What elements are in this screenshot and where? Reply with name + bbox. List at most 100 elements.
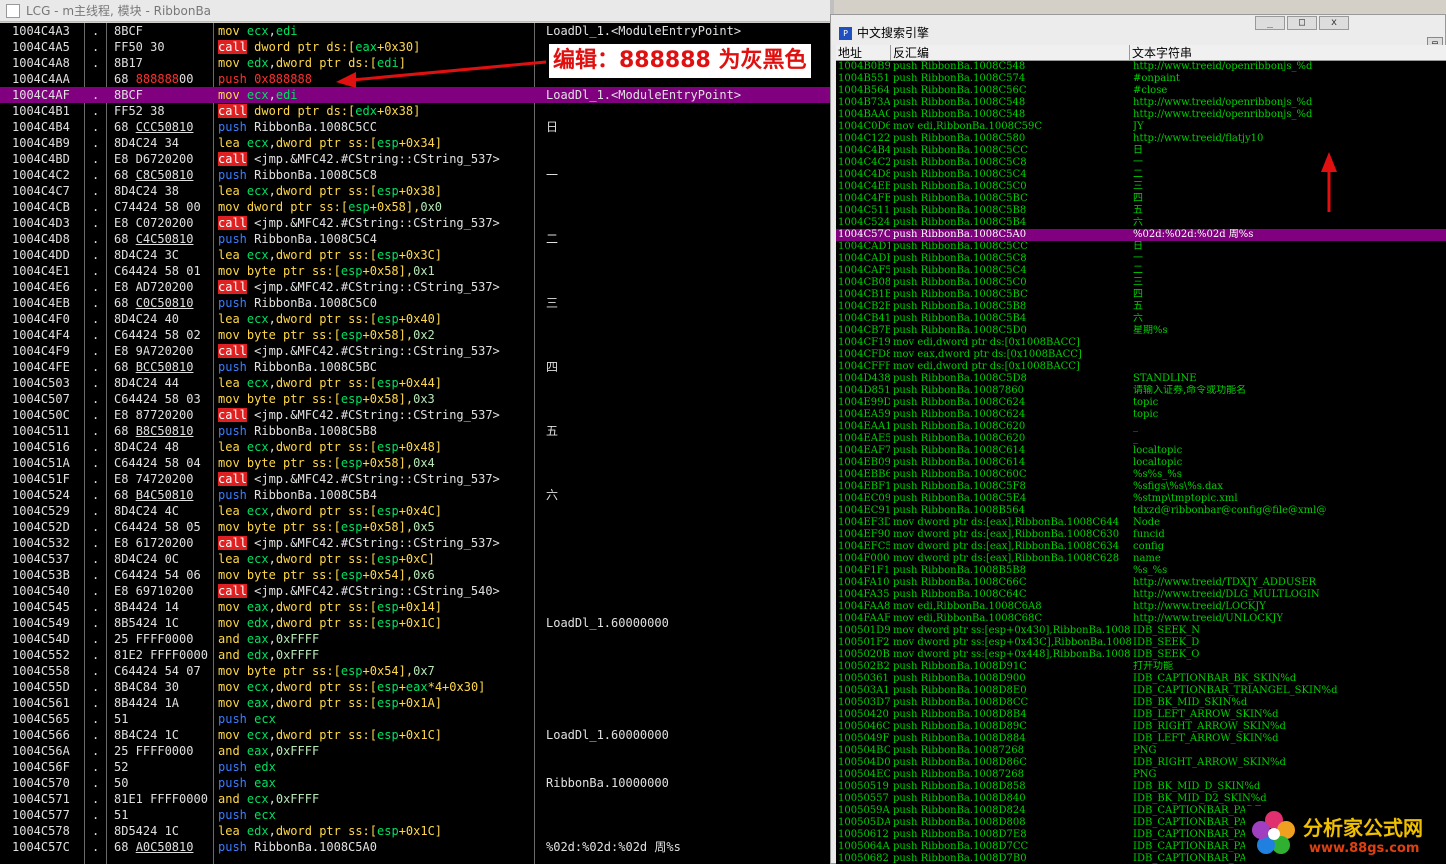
string-list-row[interactable]: 1004EBF1 push RibbonBa.1008C5F8 %sfigs\%s\… xyxy=(836,481,1446,493)
disasm-row[interactable]: 1004C524. 68 B4C50810 push RibbonBa.1008C5… xyxy=(0,487,830,503)
close-button[interactable]: x xyxy=(1319,16,1349,30)
disasm-row[interactable]: 1004C511. 68 B8C50810 push RibbonBa.1008C5… xyxy=(0,423,830,439)
disasm-row[interactable]: 1004C57C. 68 A0C50810 push RibbonBa.1008C5… xyxy=(0,839,830,855)
string-list-row[interactable]: 1004D851 push RibbonBa.10087860 请输入证券,命令或功… xyxy=(836,385,1446,397)
string-list-row[interactable]: 1004CB1B push RibbonBa.1008C5BC 四 xyxy=(836,289,1446,301)
disasm-row[interactable]: 1004C4BD. E8 D6720200 call <jmp.&MFC42.#CS… xyxy=(0,151,830,167)
string-list-row[interactable]: 1004C4C2 push RibbonBa.1008C5C8 一 xyxy=(836,157,1446,169)
string-list-row[interactable]: 1004EAE5 push RibbonBa.1008C620 _ xyxy=(836,433,1446,445)
string-list-row[interactable]: 1004C511 push RibbonBa.1008C5B8 五 xyxy=(836,205,1446,217)
disasm-row[interactable]: 1004C51F. E8 74720200 call <jmp.&MFC42.#CS… xyxy=(0,471,830,487)
disasm-row[interactable]: 1004C566. 8B4C24 1C mov ecx,dword ptr ss:[… xyxy=(0,727,830,743)
disasm-row[interactable]: 1004C578. 8D5424 1C lea edx,dword ptr ss:[… xyxy=(0,823,830,839)
string-list-row[interactable]: 1004C4EB push RibbonBa.1008C5C0 三 xyxy=(836,181,1446,193)
disasm-row[interactable]: 1004C558. C64424 54 07 mov byte ptr ss:[es… xyxy=(0,663,830,679)
column-header-disasm[interactable]: 反汇编 xyxy=(890,45,929,61)
string-list-row[interactable]: 10050361 push RibbonBa.1008D900 IDB_CAPTIO… xyxy=(836,673,1446,685)
string-list-row[interactable]: 1004EC09 push RibbonBa.1008C5E4 %stmp\tmpt… xyxy=(836,493,1446,505)
disasm-row[interactable]: 1004C4EB. 68 C0C50810 push RibbonBa.1008C5… xyxy=(0,295,830,311)
disasm-row[interactable]: 1004C552. 81E2 FFFF0000 and edx,0xFFFF xyxy=(0,647,830,663)
string-list-row[interactable]: 1004CB41 push RibbonBa.1008C5B4 六 xyxy=(836,313,1446,325)
string-list[interactable]: 1004B0B9 push RibbonBa.1008C548 http://www… xyxy=(836,61,1446,864)
disasm-row[interactable]: 1004C545. 8B4424 14 mov eax,dword ptr ss:[… xyxy=(0,599,830,615)
string-list-row[interactable]: 1004B551 push RibbonBa.1008C574 #onpaint xyxy=(836,73,1446,85)
string-list-row[interactable]: 1004C4B4 push RibbonBa.1008C5CC 日 xyxy=(836,145,1446,157)
string-list-row[interactable]: 1004C0D6 mov edi,RibbonBa.1008C59C JY xyxy=(836,121,1446,133)
disasm-row[interactable]: 1004C503. 8D4C24 44 lea ecx,dword ptr ss:[… xyxy=(0,375,830,391)
string-list-row[interactable]: 1004FAA8 mov edi,RibbonBa.1008C6A8 http://… xyxy=(836,601,1446,613)
string-list-row[interactable]: 1004C524 push RibbonBa.1008C5B4 六 xyxy=(836,217,1446,229)
disasm-row[interactable]: 1004C56A. 25 FFFF0000 and eax,0xFFFF xyxy=(0,743,830,759)
string-list-row[interactable]: 100504D0 push RibbonBa.1008D86C IDB_RIGHT_… xyxy=(836,757,1446,769)
string-list-row[interactable]: 1004EF3D mov dword ptr ds:[eax],RibbonBa.… xyxy=(836,517,1446,529)
string-list-row[interactable]: 1004B564 push RibbonBa.1008C56C #close xyxy=(836,85,1446,97)
string-list-row[interactable]: 1004CB7B push RibbonBa.1008C5D0 星期%s xyxy=(836,325,1446,337)
column-header-address[interactable]: 地址 xyxy=(836,45,862,61)
string-list-row[interactable]: 100501F2 mov dword ptr ss:[esp+0x43C],Rib… xyxy=(836,637,1446,649)
string-list-row[interactable]: 1004EA59 push RibbonBa.1008C624 topic xyxy=(836,409,1446,421)
disasm-row[interactable]: 1004C516. 8D4C24 48 lea ecx,dword ptr ss:[… xyxy=(0,439,830,455)
disasm-row[interactable]: 1004C4B4. 68 CCC50810 push RibbonBa.1008C5… xyxy=(0,119,830,135)
disasm-row[interactable]: 1004C570. 50 push eax RibbonBa.10000000 xyxy=(0,775,830,791)
maximize-button[interactable]: □ xyxy=(1287,16,1317,30)
disasm-row[interactable]: 1004C4B1. FF52 38 call dword ptr ds:[edx+0… xyxy=(0,103,830,119)
disasm-row[interactable]: 1004C55D. 8B4C84 30 mov ecx,dword ptr ss:[… xyxy=(0,679,830,695)
disasm-row[interactable]: 1004C4E1. C64424 58 01 mov byte ptr ss:[es… xyxy=(0,263,830,279)
string-list-row[interactable]: 1004EFC5 mov dword ptr ds:[eax],RibbonBa.… xyxy=(836,541,1446,553)
string-list-row[interactable]: 1004BAAC push RibbonBa.1008C548 http://www… xyxy=(836,109,1446,121)
string-list-row[interactable]: 1004CAF5 push RibbonBa.1008C5C4 二 xyxy=(836,265,1446,277)
string-list-row[interactable]: 1004CADF push RibbonBa.1008C5C8 一 xyxy=(836,253,1446,265)
string-list-row[interactable]: 100504BC push RibbonBa.10087268 PNG xyxy=(836,745,1446,757)
string-list-row[interactable]: 100502B2 push RibbonBa.1008D91C 打开功能 xyxy=(836,661,1446,673)
disasm-row[interactable]: 1004C4A3. 8BCF mov ecx,edi LoadDl_1.<Module… xyxy=(0,23,830,39)
disasm-row[interactable]: 1004C51A. C64424 58 04 mov byte ptr ss:[es… xyxy=(0,455,830,471)
disasm-row[interactable]: 1004C571. 81E1 FFFF0000 and ecx,0xFFFF xyxy=(0,791,830,807)
disasm-row[interactable]: 1004C4CB. C74424 58 00 mov dword ptr ss:[e… xyxy=(0,199,830,215)
string-list-row[interactable]: 100501D9 mov dword ptr ss:[esp+0x430],Rib… xyxy=(836,625,1446,637)
disasm-row[interactable]: 1004C4D8. 68 C4C50810 push RibbonBa.1008C5… xyxy=(0,231,830,247)
disasm-row[interactable]: 1004C532. E8 61720200 call <jmp.&MFC42.#CS… xyxy=(0,535,830,551)
disasm-row[interactable]: 1004C4C2. 68 C8C50810 push RibbonBa.1008C5… xyxy=(0,167,830,183)
column-header-text[interactable]: 文本字符串 xyxy=(1129,45,1192,61)
string-list-row[interactable]: 1004E99D push RibbonBa.1008C624 topic xyxy=(836,397,1446,409)
disasm-row[interactable]: 1004C4B9. 8D4C24 34 lea ecx,dword ptr ss:[… xyxy=(0,135,830,151)
string-list-row[interactable]: 10050519 push RibbonBa.1008D858 IDB_BK_MID… xyxy=(836,781,1446,793)
disasm-row[interactable]: 1004C52D. C64424 58 05 mov byte ptr ss:[es… xyxy=(0,519,830,535)
string-list-row[interactable]: 1004FA10 push RibbonBa.1008C66C http://www… xyxy=(836,577,1446,589)
string-list-row[interactable]: 1004C122 push RibbonBa.1008C580 http://www… xyxy=(836,133,1446,145)
disasm-row[interactable]: 1004C56F. 52 push edx xyxy=(0,759,830,775)
disasm-row[interactable]: 1004C4DD. 8D4C24 3C lea ecx,dword ptr ss:[… xyxy=(0,247,830,263)
string-list-row[interactable]: 1004CAD1 push RibbonBa.1008C5CC 日 xyxy=(836,241,1446,253)
string-list-row[interactable]: 1004CB08 push RibbonBa.1008C5C0 三 xyxy=(836,277,1446,289)
string-list-row[interactable]: 1004EAA1 push RibbonBa.1008C620 _ xyxy=(836,421,1446,433)
string-list-row[interactable]: 1004B73A push RibbonBa.1008C548 http://www… xyxy=(836,97,1446,109)
string-list-row[interactable]: 1004EF90 mov dword ptr ds:[eax],RibbonBa.… xyxy=(836,529,1446,541)
disasm-row[interactable]: 1004C4F0. 8D4C24 40 lea ecx,dword ptr ss:[… xyxy=(0,311,830,327)
disasm-row[interactable]: 1004C565. 51 push ecx xyxy=(0,711,830,727)
string-list-row[interactable]: 1004FAAF mov edi,RibbonBa.1008C68C http://… xyxy=(836,613,1446,625)
string-list-row[interactable]: 1005020B mov dword ptr ss:[esp+0x448],Rib… xyxy=(836,649,1446,661)
string-list-row[interactable]: 1004EB09 push RibbonBa.1008C614 localtopic xyxy=(836,457,1446,469)
string-list-row[interactable]: 1005049F push RibbonBa.1008D884 IDB_LEFT_A… xyxy=(836,733,1446,745)
string-list-row[interactable]: 1004F1F1 push RibbonBa.1008B5B8 %s_%s xyxy=(836,565,1446,577)
disasm-row[interactable]: 1004C540. E8 69710200 call <jmp.&MFC42.#CS… xyxy=(0,583,830,599)
string-list-row[interactable]: 1004C4D8 push RibbonBa.1008C5C4 二 xyxy=(836,169,1446,181)
string-list-row[interactable]: 1004EBB6 push RibbonBa.1008C60C %s%s_%s xyxy=(836,469,1446,481)
disasm-row[interactable]: 1004C549. 8B5424 1C mov edx,dword ptr ss:[… xyxy=(0,615,830,631)
disasm-row[interactable]: 1004C4E6. E8 AD720200 call <jmp.&MFC42.#CS… xyxy=(0,279,830,295)
string-list-row[interactable]: 1004C4FE push RibbonBa.1008C5BC 四 xyxy=(836,193,1446,205)
string-list-row[interactable]: 1004CF19 mov edi,dword ptr ds:[0x1008BACC… xyxy=(836,337,1446,349)
search-window[interactable]: P 中文搜索引擎 _ □ x ▭ 地址 反汇编 文本字符串 1004B0B9 pu… xyxy=(830,14,1446,864)
disasm-row[interactable]: 1004C577. 51 push ecx xyxy=(0,807,830,823)
disasm-row[interactable]: 1004C537. 8D4C24 0C lea ecx,dword ptr ss:[… xyxy=(0,551,830,567)
string-list-row[interactable]: 10050420 push RibbonBa.1008D8B4 IDB_LEFT_A… xyxy=(836,709,1446,721)
string-list-row[interactable]: 100503D7 push RibbonBa.1008D8CC IDB_BK_MID… xyxy=(836,697,1446,709)
disasm-row[interactable]: 1004C4AF. 8BCF mov ecx,edi LoadDl_1.<Module… xyxy=(0,87,830,103)
string-list-row[interactable]: 100504EC push RibbonBa.10087268 PNG xyxy=(836,769,1446,781)
string-list-row[interactable]: 1004EC91 push RibbonBa.1008B564 tdxzd@ribb… xyxy=(836,505,1446,517)
search-window-titlebar[interactable]: P 中文搜索引擎 xyxy=(831,15,1445,45)
string-list-row[interactable]: 1004CFFF mov edi,dword ptr ds:[0x1008BACC… xyxy=(836,361,1446,373)
disasm-row[interactable]: 1004C54D. 25 FFFF0000 and eax,0xFFFF xyxy=(0,631,830,647)
disasm-row[interactable]: 1004C507. C64424 58 03 mov byte ptr ss:[es… xyxy=(0,391,830,407)
disasm-row[interactable]: 1004C529. 8D4C24 4C lea ecx,dword ptr ss:[… xyxy=(0,503,830,519)
